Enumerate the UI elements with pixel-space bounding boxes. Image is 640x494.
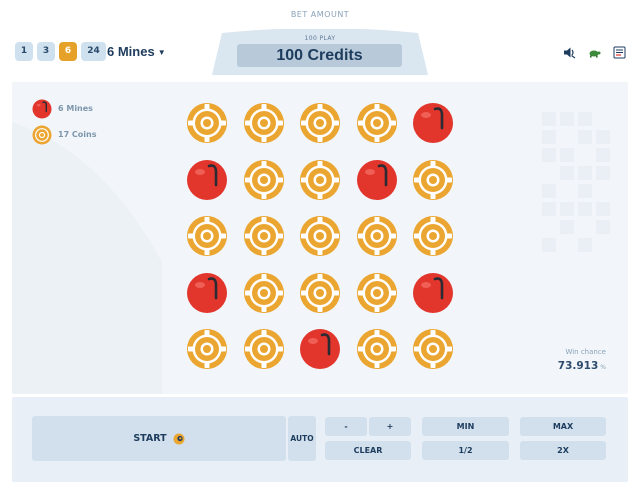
mine-tile[interactable]: [412, 272, 454, 314]
mine-pill-24[interactable]: 24: [81, 42, 106, 61]
max-button[interactable]: MAX: [520, 417, 606, 436]
rules-icon[interactable]: [613, 44, 626, 59]
mine-count-pills: 1 3 6 24: [15, 42, 106, 61]
chevron-down-icon: ▼: [157, 48, 166, 57]
coin-tile[interactable]: [186, 215, 228, 257]
mine-pill-3[interactable]: 3: [37, 42, 55, 61]
coin-tile[interactable]: [356, 328, 398, 370]
coin-icon: [300, 272, 340, 313]
coin-tile[interactable]: [412, 328, 454, 370]
coin-tile[interactable]: [412, 215, 454, 257]
coin-icon: [243, 216, 284, 256]
half-button[interactable]: 1/2: [422, 441, 509, 460]
coin-tile[interactable]: [186, 328, 228, 370]
coin-icon: [187, 216, 227, 256]
coin-icon: [300, 159, 340, 200]
sound-icon[interactable]: [563, 44, 576, 59]
coin-icon: [300, 216, 340, 256]
coin-tile[interactable]: [243, 272, 285, 314]
coin-tile[interactable]: [243, 159, 285, 201]
legend-mines-label: 6 Mines: [58, 104, 93, 113]
top-icons: [563, 44, 626, 59]
coin-icon: [413, 216, 453, 256]
legend: 6 Mines 17 Coins: [32, 98, 96, 150]
mine-tile[interactable]: [412, 102, 454, 144]
win-chance-label: Win chance: [565, 348, 606, 356]
coin-icon: [413, 329, 453, 369]
mine-pill-6[interactable]: 6: [59, 42, 77, 61]
mine-tile[interactable]: [186, 272, 228, 314]
coin-icon: [356, 103, 397, 143]
win-chance-unit: %: [600, 364, 606, 371]
coin-tile[interactable]: [186, 102, 228, 144]
coin-icon: [243, 103, 284, 143]
coin-icon: [32, 124, 52, 145]
turtle-icon[interactable]: [588, 44, 601, 58]
auto-button[interactable]: AUTO: [288, 416, 316, 461]
mine-icon: [32, 98, 52, 119]
start-button-label: START: [133, 433, 167, 444]
coin-icon: [187, 103, 227, 143]
coin-tile[interactable]: [299, 102, 341, 144]
bet-amount-value[interactable]: 100 Credits: [237, 44, 402, 67]
coin-icon: [243, 272, 284, 313]
coin-icon: [356, 272, 397, 313]
coin-tile[interactable]: [356, 272, 398, 314]
win-chance-number: 73.913: [557, 360, 599, 372]
bet-sub-label: 100 PLAY: [304, 35, 336, 42]
coin-icon: [187, 329, 227, 369]
tile-grid: [186, 102, 468, 384]
coin-tile[interactable]: [356, 102, 398, 144]
minus-button[interactable]: -: [325, 417, 367, 436]
coin-tile[interactable]: [243, 215, 285, 257]
coin-tile[interactable]: [412, 159, 454, 201]
game-board-area: 6 Mines 17 Coins Win chance 73.913%: [12, 82, 628, 394]
legend-coins: 17 Coins: [32, 124, 96, 145]
coin-tile[interactable]: [299, 159, 341, 201]
win-chance: Win chance 73.913%: [558, 348, 606, 372]
coin-icon: [243, 329, 284, 369]
mine-icon: [187, 272, 227, 313]
mines-dropdown-label: 6 Mines: [107, 44, 155, 59]
mine-icon: [413, 103, 453, 143]
coin-tile[interactable]: [299, 272, 341, 314]
bet-amount-label: BET AMOUNT: [290, 10, 350, 19]
mine-pill-1[interactable]: 1: [15, 42, 33, 61]
controls-panel: START AUTO - + CLEAR MIN 1/2 MAX 2X: [12, 397, 628, 482]
coin-tile[interactable]: [243, 328, 285, 370]
mine-tile[interactable]: [186, 159, 228, 201]
mine-icon: [300, 329, 340, 369]
min-button[interactable]: MIN: [422, 417, 509, 436]
coin-tile[interactable]: [356, 215, 398, 257]
coin-tile[interactable]: [299, 215, 341, 257]
mine-tile[interactable]: [356, 159, 398, 201]
start-button[interactable]: START: [32, 416, 286, 461]
double-button[interactable]: 2X: [520, 441, 606, 460]
coin-icon: [413, 159, 453, 200]
coin-tile[interactable]: [243, 102, 285, 144]
coin-icon: [356, 216, 397, 256]
mine-icon: [187, 159, 227, 200]
mines-dropdown[interactable]: 6 Mines ▼: [107, 42, 166, 61]
mine-icon: [356, 159, 397, 200]
coin-icon: [300, 103, 340, 143]
plus-button[interactable]: +: [369, 417, 411, 436]
coin-icon: [356, 329, 397, 369]
clear-button[interactable]: CLEAR: [325, 441, 411, 460]
coin-icon: [243, 159, 284, 200]
mine-tile[interactable]: [299, 328, 341, 370]
legend-coins-label: 17 Coins: [58, 130, 97, 139]
legend-mines: 6 Mines: [32, 98, 96, 119]
win-chance-value: 73.913%: [558, 360, 606, 372]
bet-amount-panel: 100 PLAY 100 Credits: [212, 29, 428, 75]
mine-icon: [413, 272, 453, 313]
coin-icon: [173, 433, 185, 445]
